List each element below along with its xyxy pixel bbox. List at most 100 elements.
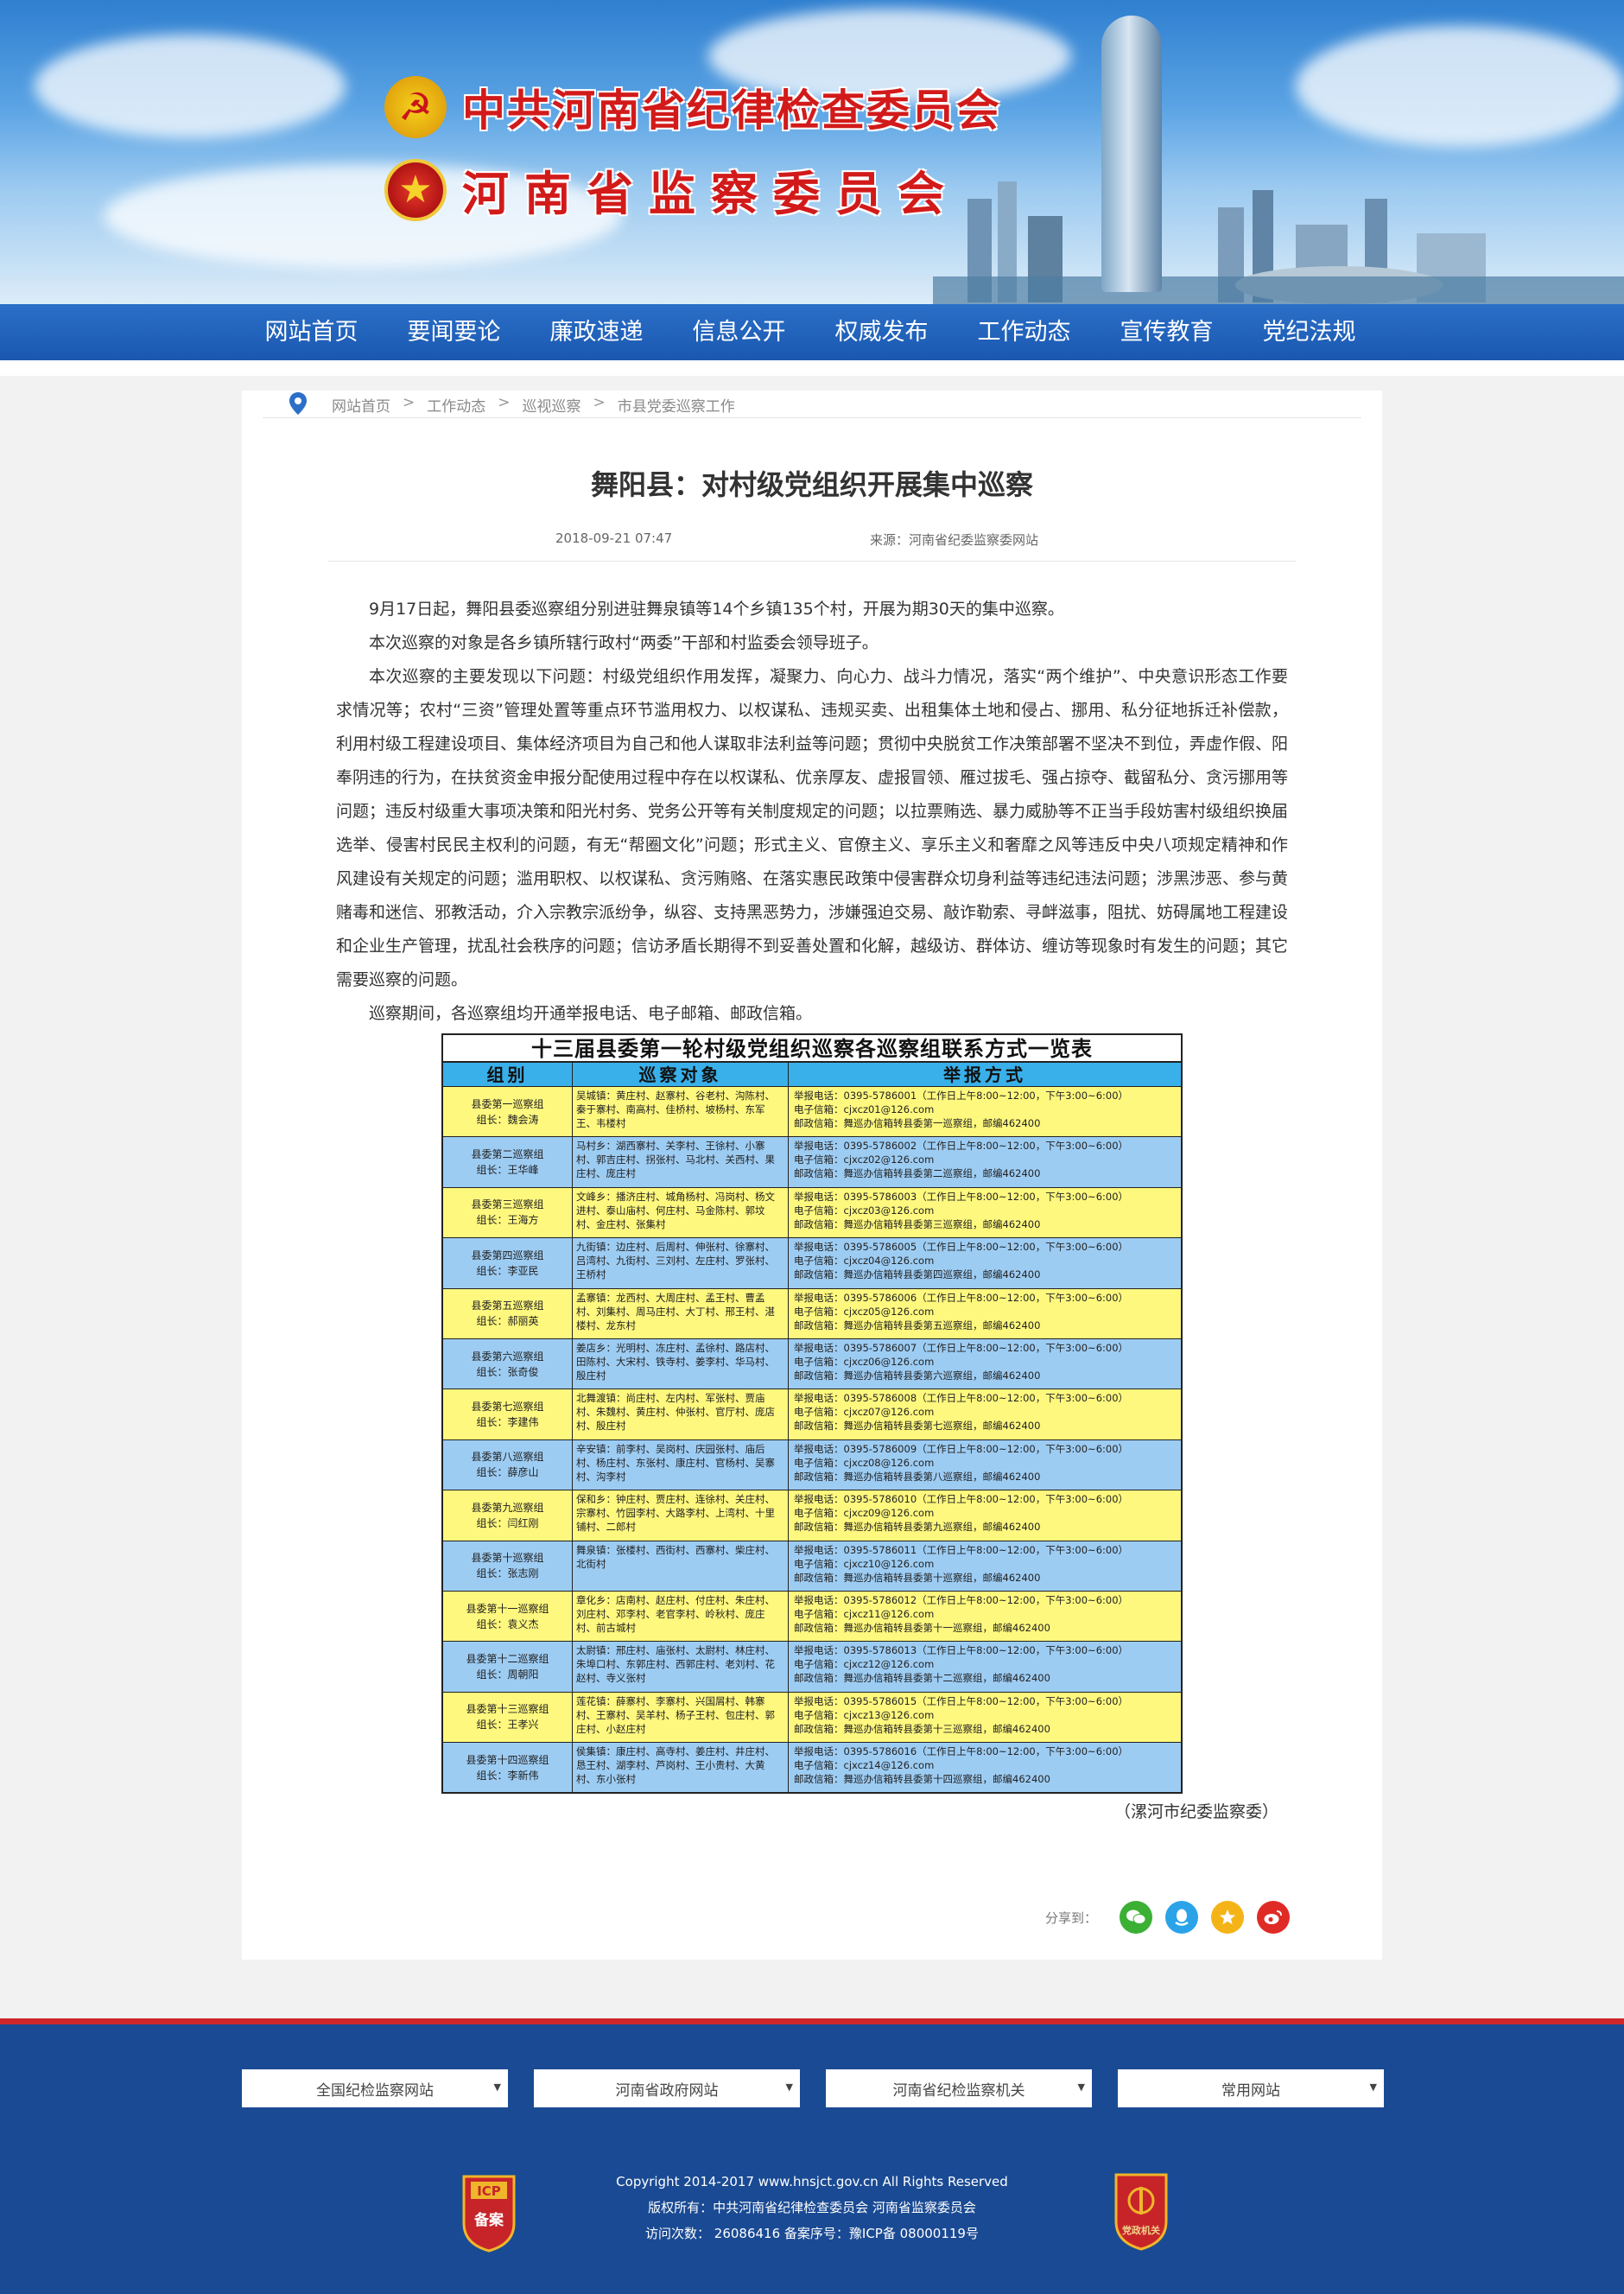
- nav-item-authoritative-release[interactable]: 权威发布: [810, 304, 953, 360]
- nav-item-info-disclosure[interactable]: 信息公开: [668, 304, 810, 360]
- nav-item-integrity-express[interactable]: 廉政速递: [525, 304, 668, 360]
- nav-item-publicity-education[interactable]: 宣传教育: [1095, 304, 1238, 360]
- chevron-down-icon: ▼: [1077, 2081, 1085, 2093]
- footer: 全国纪检监察网站 ▼ 河南省政府网站 ▼ 河南省纪检监察机关 ▼ 常用网站 ▼ ICP …: [0, 2024, 1624, 2294]
- table-row: 县委第九巡察组 组长：闫红刚 保和乡：钟庄村、贾庄村、连徐村、关庄村、宗寨村、竹园李…: [443, 1490, 1181, 1541]
- table-row: 县委第一巡察组 组长：魏会涛 吴城镇：黄庄村、赵寨村、谷老村、沟陈村、秦于寨村、南高…: [443, 1087, 1181, 1138]
- breadcrumb-work-updates[interactable]: 工作动态: [427, 394, 485, 416]
- table-cell-targets: 文峰乡：播济庄村、城角杨村、冯岗村、杨文进村、泰山庙村、何庄村、马金陈村、郭坟村…: [573, 1187, 789, 1238]
- select-label: 全国纪检监察网站: [316, 2081, 434, 2100]
- article-body: 9月17日起，舞阳县委巡察组分别进驻舞泉镇等14个乡镇135个村，开展为期30天…: [336, 593, 1288, 1031]
- table-row: 县委第五巡察组 组长：郝丽英 孟寨镇：龙西村、大周庄村、孟王村、曹孟村、刘集村、周马…: [443, 1288, 1181, 1339]
- group-name: 县委第一巡察组: [471, 1097, 544, 1110]
- table-cell-group: 县委第十四巡察组 组长：李新伟: [443, 1743, 573, 1793]
- org-title-row-1: ☭ 中共河南省纪律检查委员会: [384, 76, 1001, 138]
- table-cell-targets: 马村乡：湖西寨村、关李村、王徐村、小寨村、郭吉庄村、拐张村、马北村、关西村、果庄…: [573, 1137, 789, 1187]
- report-email: 电子信箱：cjxcz10@126.com: [794, 1557, 935, 1570]
- table-row: 县委第四巡察组 组长：李亚民 九街镇：边庄村、后周村、伸张村、徐寨村、吕湾村、九街村…: [443, 1238, 1181, 1289]
- select-national-sites[interactable]: 全国纪检监察网站 ▼: [242, 2069, 508, 2107]
- table-row: 县委第六巡察组 组长：张奇俊 姜店乡：光明村、冻庄村、孟徐村、路店村、田陈村、大宋村…: [443, 1338, 1181, 1390]
- report-phone: 举报电话：0395-5786008（工作日上午8:00~12:00，下午3:00…: [794, 1392, 1129, 1405]
- footer-red-line: [0, 2018, 1624, 2024]
- footer-copyright-block: Copyright 2014-2017 www.hnsjct.gov.cn Al…: [0, 2169, 1624, 2246]
- report-email: 电子信箱：cjxcz07@126.com: [794, 1406, 935, 1419]
- group-leader: 组长：郝丽英: [476, 1315, 539, 1328]
- table-cell-report: 举报电话：0395-5786006（工作日上午8:00~12:00，下午3:00…: [789, 1289, 1181, 1338]
- report-phone: 举报电话：0395-5786011（工作日上午8:00~12:00，下午3:00…: [794, 1543, 1129, 1556]
- report-email: 电子信箱：cjxcz03@126.com: [794, 1204, 935, 1217]
- table-row: 县委第十四巡察组 组长：李新伟 侯集镇：康庄村、高寺村、姜庄村、井庄村、恳王村、湖李…: [443, 1743, 1181, 1794]
- table-cell-report: 举报电话：0395-5786001（工作日上午8:00~12:00，下午3:00…: [789, 1087, 1181, 1136]
- report-mail: 邮政信箱：舞巡办信箱转县委第四巡察组，邮编462400: [794, 1268, 1041, 1281]
- breadcrumb-separator: >: [498, 394, 511, 411]
- table-cell-targets: 保和乡：钟庄村、贾庄村、连徐村、关庄村、宗寨村、竹园李村、大路李村、上湾村、十里…: [573, 1490, 789, 1541]
- tower-illustration: [1101, 16, 1162, 292]
- report-email: 电子信箱：cjxcz12@126.com: [794, 1658, 935, 1671]
- group-name: 县委第三巡察组: [471, 1198, 544, 1211]
- group-name: 县委第十二巡察组: [466, 1652, 549, 1665]
- header-banner: ☭ 中共河南省纪律检查委员会 ★ 河南省监察委员会: [0, 0, 1624, 304]
- report-phone: 举报电话：0395-5786005（工作日上午8:00~12:00，下午3:00…: [794, 1241, 1129, 1254]
- report-mail: 邮政信箱：舞巡办信箱转县委第十三巡察组，邮编462400: [794, 1722, 1050, 1735]
- wechat-icon[interactable]: [1120, 1901, 1153, 1934]
- qzone-icon[interactable]: [1211, 1901, 1245, 1934]
- share-bar: 分享到：: [1045, 1901, 1303, 1934]
- table-header-targets: 巡察对象: [573, 1063, 789, 1086]
- group-name: 县委第七巡察组: [471, 1401, 544, 1414]
- cloud-decoration: [1296, 26, 1624, 147]
- report-mail: 邮政信箱：舞巡办信箱转县委第十四巡察组，邮编462400: [794, 1773, 1050, 1786]
- select-label: 河南省纪检监察机关: [892, 2081, 1025, 2100]
- article-container: 网站首页 > 工作动态 > 巡视巡察 > 市县党委巡察工作 舞阳县：对村级党组织…: [242, 391, 1382, 1960]
- table-cell-report: 举报电话：0395-5786011（工作日上午8:00~12:00，下午3:00…: [789, 1541, 1181, 1591]
- breadcrumb-separator: >: [403, 394, 416, 411]
- report-phone: 举报电话：0395-5786001（工作日上午8:00~12:00，下午3:00…: [794, 1090, 1129, 1102]
- main-nav: 网站首页 要闻要论 廉政速递 信息公开 权威发布 工作动态 宣传教育 党纪法规: [0, 304, 1624, 376]
- nav-item-work-updates[interactable]: 工作动态: [953, 304, 1095, 360]
- org-title-line2: 河南省监察委员会: [462, 166, 960, 221]
- group-leader: 组长：李新伟: [476, 1769, 539, 1782]
- nav-item-news[interactable]: 要闻要论: [383, 304, 525, 360]
- table-header-row: 组别 巡察对象 举报方式: [443, 1063, 1181, 1087]
- group-name: 县委第四巡察组: [471, 1249, 544, 1261]
- select-henan-discipline-sites[interactable]: 河南省纪检监察机关 ▼: [826, 2069, 1092, 2107]
- report-mail: 邮政信箱：舞巡办信箱转县委第三巡察组，邮编462400: [794, 1217, 1041, 1230]
- table-cell-group: 县委第十二巡察组 组长：周朝阳: [443, 1642, 573, 1692]
- report-email: 电子信箱：cjxcz06@126.com: [794, 1355, 935, 1368]
- table-cell-group: 县委第十一巡察组 组长：袁义杰: [443, 1591, 573, 1642]
- article-meta: 2018-09-21 07:47 来源：河南省纪委监察委网站: [328, 531, 1296, 562]
- nav-item-party-regulations[interactable]: 党纪法规: [1238, 304, 1380, 360]
- table-cell-group: 县委第八巡察组 组长：薛彦山: [443, 1439, 573, 1490]
- group-leader: 组长：周朝阳: [476, 1668, 539, 1681]
- select-common-sites[interactable]: 常用网站 ▼: [1118, 2069, 1384, 2107]
- table-cell-report: 举报电话：0395-5786009（工作日上午8:00~12:00，下午3:00…: [789, 1440, 1181, 1490]
- weibo-icon[interactable]: [1257, 1901, 1291, 1934]
- breadcrumb-home[interactable]: 网站首页: [332, 394, 390, 416]
- table-cell-targets: 九街镇：边庄村、后周村、伸张村、徐寨村、吕湾村、九街村、三刘村、左庄村、罗张村、…: [573, 1238, 789, 1288]
- report-phone: 举报电话：0395-5786006（工作日上午8:00~12:00，下午3:00…: [794, 1291, 1129, 1304]
- location-pin-icon: [289, 392, 307, 415]
- report-email: 电子信箱：cjxcz05@126.com: [794, 1305, 935, 1318]
- group-name: 县委第十四巡察组: [466, 1753, 549, 1766]
- group-leader: 组长：闫红刚: [476, 1516, 539, 1529]
- table-cell-targets: 舞泉镇：张楼村、西街村、西寨村、柴庄村、北街村: [573, 1541, 789, 1591]
- report-phone: 举报电话：0395-5786010（工作日上午8:00~12:00，下午3:00…: [794, 1493, 1129, 1506]
- table-header-group: 组别: [443, 1063, 573, 1086]
- nav-item-home[interactable]: 网站首页: [240, 304, 383, 360]
- group-name: 县委第二巡察组: [471, 1148, 544, 1161]
- table-cell-group: 县委第六巡察组 组长：张奇俊: [443, 1338, 573, 1389]
- party-emblem-icon: ☭: [384, 76, 447, 138]
- group-leader: 组长：张志刚: [476, 1567, 539, 1580]
- nav-under-strip: [0, 360, 1624, 376]
- report-phone: 举报电话：0395-5786012（工作日上午8:00~12:00，下午3:00…: [794, 1593, 1129, 1606]
- breadcrumb-inspection[interactable]: 巡视巡察: [523, 394, 581, 416]
- article-paragraph: 本次巡察的主要发现以下问题：村级党组织作用发挥，凝聚力、向心力、战斗力情况，落实…: [336, 667, 1289, 989]
- table-body: 县委第一巡察组 组长：魏会涛 吴城镇：黄庄村、赵寨村、谷老村、沟陈村、秦于寨村、南高…: [443, 1087, 1181, 1794]
- group-leader: 组长：袁义杰: [476, 1617, 539, 1630]
- gov-agency-badge-icon[interactable]: 党政机关: [1113, 2170, 1170, 2253]
- group-name: 县委第十三巡察组: [466, 1703, 549, 1716]
- qq-icon[interactable]: [1165, 1901, 1199, 1934]
- breadcrumb-current[interactable]: 市县党委巡察工作: [618, 394, 735, 416]
- select-henan-gov-sites[interactable]: 河南省政府网站 ▼: [534, 2069, 800, 2107]
- report-mail: 邮政信箱：舞巡办信箱转县委第十巡察组，邮编462400: [794, 1571, 1041, 1584]
- table-cell-targets: 侯集镇：康庄村、高寺村、姜庄村、井庄村、恳王村、湖李村、芦岗村、王小贵村、大黄村…: [573, 1743, 789, 1793]
